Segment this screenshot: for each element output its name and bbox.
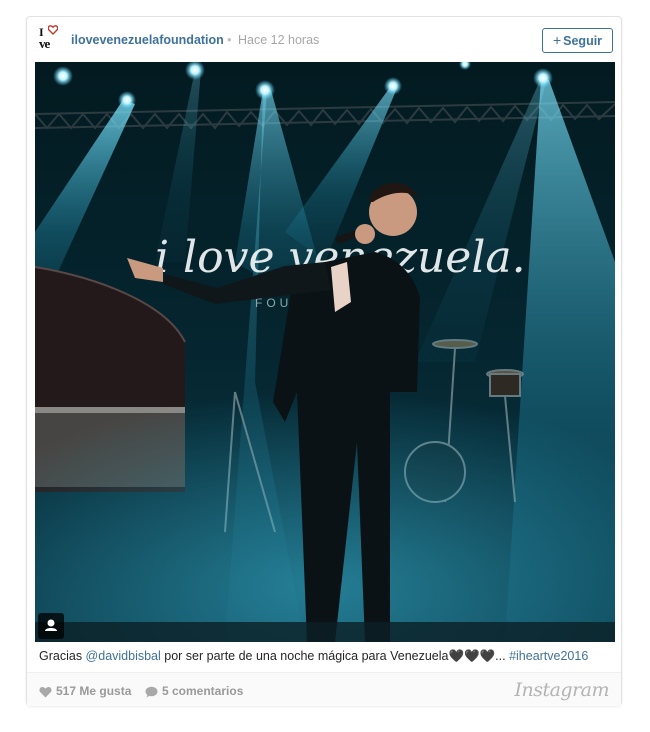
post-header: I ve ilovevenezuelafoundation • Hace 12 … xyxy=(27,17,621,62)
post-photo[interactable]: i love venezuela. FOU xyxy=(35,62,615,642)
likes-label: 517 Me gusta xyxy=(56,684,132,698)
instagram-logo[interactable]: Instagram xyxy=(514,679,609,701)
comment-bubble-icon xyxy=(145,686,158,698)
post-footer: 517 Me gusta 5 comentarios Instagram xyxy=(27,672,621,706)
hashtag-link[interactable]: #iheartve2016 xyxy=(509,649,588,663)
post-timestamp[interactable]: Hace 12 horas xyxy=(238,33,319,47)
separator-dot: • xyxy=(227,32,232,47)
post-caption: Gracias @davidbisbal por ser parte de un… xyxy=(39,649,613,664)
caption-lead: Gracias xyxy=(39,649,86,663)
username-link[interactable]: ilovevenezuelafoundation xyxy=(71,33,224,47)
follow-button[interactable]: + Seguir xyxy=(542,28,613,53)
comments-count[interactable]: 5 comentarios xyxy=(145,684,243,698)
likes-count[interactable]: 517 Me gusta xyxy=(39,684,131,698)
instagram-embed-card: I ve ilovevenezuelafoundation • Hace 12 … xyxy=(26,16,622,706)
plus-icon: + xyxy=(552,32,562,48)
concert-photo: i love venezuela. FOU xyxy=(35,62,615,642)
heart-icon xyxy=(39,687,52,698)
mention-link[interactable]: @davidbisbal xyxy=(86,649,161,663)
heart-logo-icon xyxy=(48,25,58,35)
caption-body: por ser parte de una noche mágica para V… xyxy=(160,649,510,663)
account-logo-icon[interactable]: I ve xyxy=(39,25,61,51)
follow-label: Seguir xyxy=(563,34,603,48)
comments-label: 5 comentarios xyxy=(162,684,244,698)
logo-letters: ve xyxy=(39,36,50,51)
user-tag-icon[interactable] xyxy=(38,613,64,639)
